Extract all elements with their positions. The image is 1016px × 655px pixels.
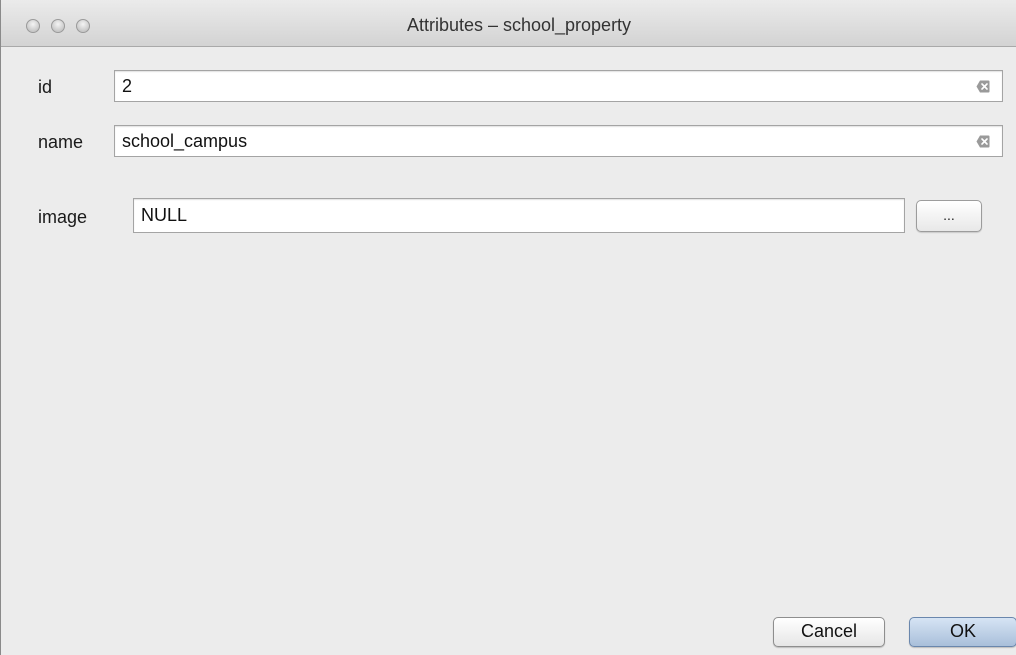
name-field[interactable]: school_campus xyxy=(114,125,1003,157)
ok-button[interactable]: OK xyxy=(909,617,1016,647)
cancel-button[interactable]: Cancel xyxy=(773,617,885,647)
image-field[interactable]: NULL xyxy=(133,198,905,233)
clear-icon[interactable] xyxy=(976,135,990,148)
id-label: id xyxy=(38,77,53,97)
name-field-value: school_campus xyxy=(122,131,248,151)
name-label: name xyxy=(38,132,84,152)
id-field-value: 2 xyxy=(122,76,133,96)
window-title: Attributes – school_property xyxy=(406,15,632,35)
id-field[interactable]: 2 xyxy=(114,70,1003,102)
browse-button[interactable]: ... xyxy=(916,200,982,232)
clear-icon[interactable] xyxy=(976,80,990,93)
attributes-dialog: Attributes – school_property id 2 name s… xyxy=(0,0,1016,655)
title-bar: Attributes – school_property xyxy=(1,0,1016,47)
image-label: image xyxy=(38,207,88,227)
image-field-value: NULL xyxy=(141,205,188,225)
